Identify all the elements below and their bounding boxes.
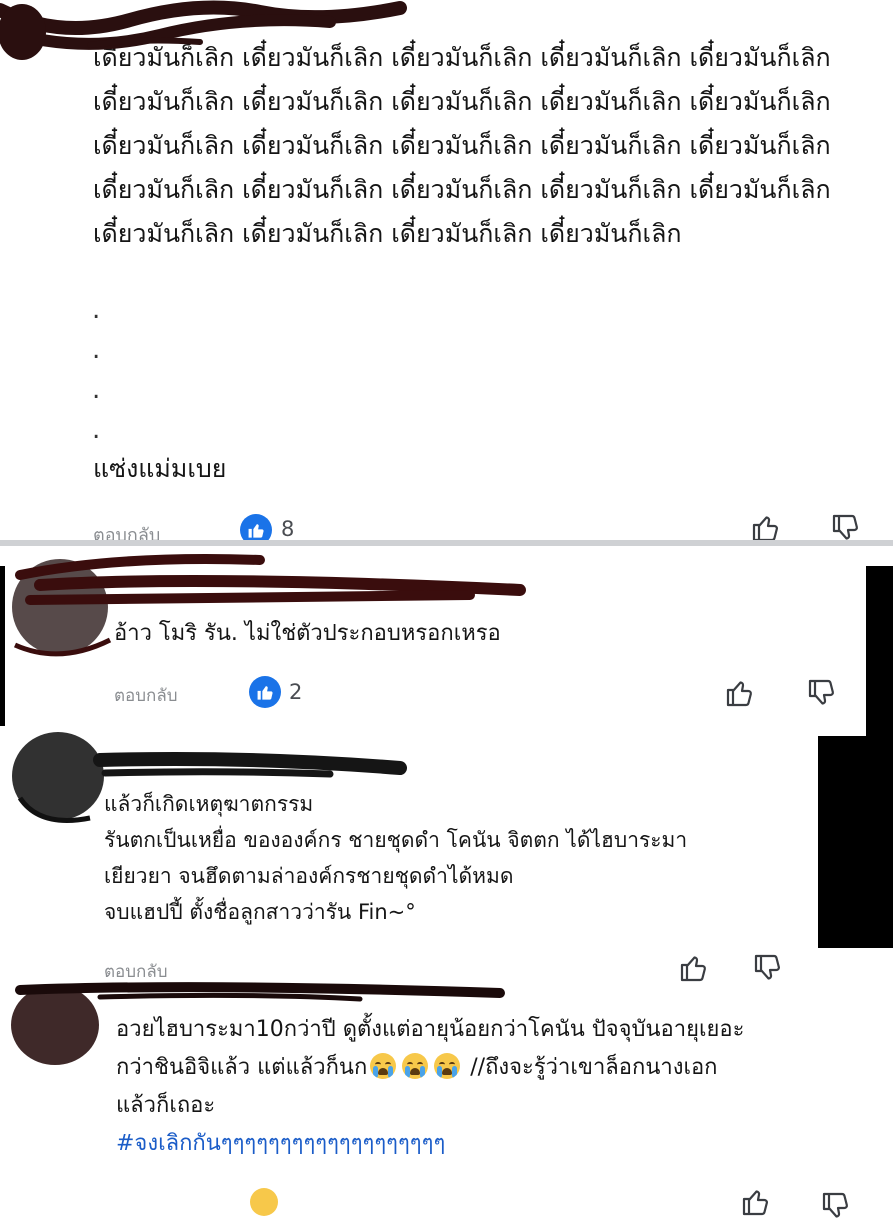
comment-3-line: เยียวยา จนฮึดตามล่าองค์กรชายชุดดำได้หมด (104, 864, 514, 888)
thumbs-down-outline-icon[interactable] (830, 512, 862, 540)
hashtag-link[interactable]: #จงเลิกกันๆๆๆๆๆๆๆๆๆๆๆๆๆๆๆๆๆๆๆ (116, 1125, 856, 1163)
thumbs-up-outline-icon[interactable] (750, 512, 782, 540)
like-count: 8 (281, 517, 295, 540)
thumbs-down-outline-icon[interactable] (752, 952, 784, 988)
thumbs-down-outline-icon[interactable] (806, 677, 838, 713)
redaction-scribble (12, 732, 407, 823)
thumbs-down-outline-icon[interactable] (820, 1190, 852, 1226)
dot-line: . (92, 415, 101, 445)
redaction-scribble (11, 982, 505, 1065)
reply-button[interactable]: ตอบกลับ (93, 520, 160, 540)
thumbs-up-badge-icon (249, 676, 281, 708)
redaction-scribble (0, 0, 407, 60)
thumbs-up-outline-icon[interactable] (678, 952, 710, 988)
comment-1-last-line: แซ่งแม่มเบย (93, 454, 227, 483)
thumbs-up-outline-icon[interactable] (740, 1186, 772, 1222)
reaction-emoji-icon (250, 1188, 278, 1216)
dot-line: . (92, 375, 101, 405)
comment-2-actions: ตอบกลับ 2 (112, 674, 852, 714)
comment-3-line: จบแฮปปี้ ตั้งชื่อลูกสาวว่ารัน Fin~° (104, 900, 416, 924)
comment-1: เดี๋ยวมันก็เลิก เดี๋ยวมันก็เลิก เดี๋ยวมั… (0, 0, 893, 540)
dot-line: . (92, 335, 101, 365)
crop-border (818, 736, 893, 948)
dot-line: . (92, 295, 101, 325)
thumbs-up-badge-icon (240, 514, 272, 540)
like-count: 2 (289, 680, 303, 704)
comment-1-actions: ตอบกลับ 8 (93, 510, 883, 540)
redaction-scribble (12, 554, 526, 657)
reply-button[interactable]: ตอบกลับ (104, 958, 168, 985)
thumbs-up-outline-icon[interactable] (724, 677, 756, 713)
comment-4-line: แล้วก็เถอะ (116, 1093, 216, 1118)
reply-button[interactable]: ตอบกลับ (114, 682, 178, 709)
crop-border (866, 566, 893, 736)
